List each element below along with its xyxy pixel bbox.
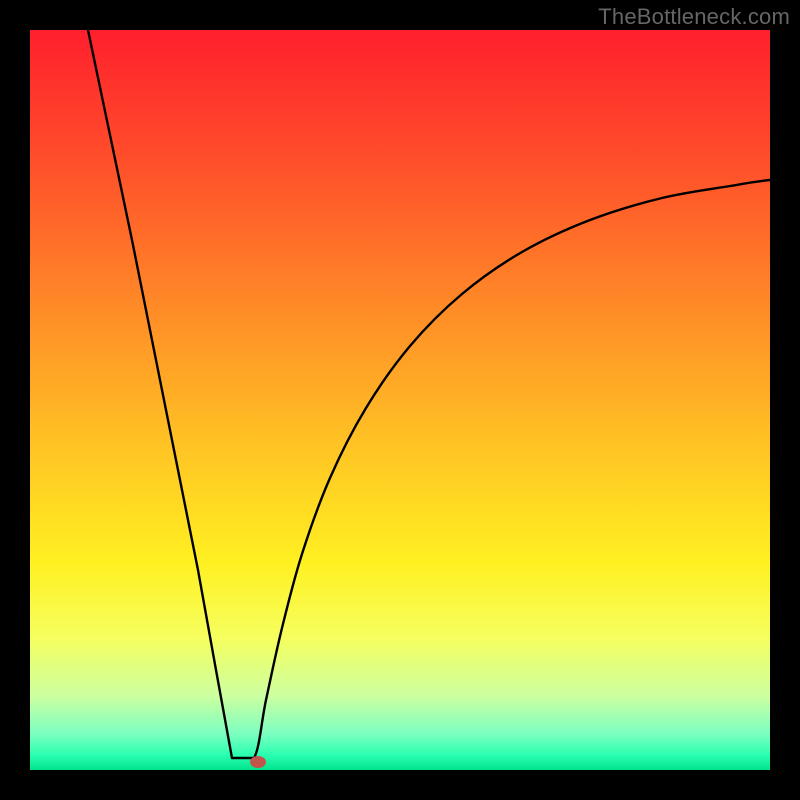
watermark-text: TheBottleneck.com	[598, 4, 790, 30]
plot-area	[30, 30, 770, 770]
curve-layer	[30, 30, 770, 770]
bottleneck-curve	[88, 30, 770, 758]
min-marker	[250, 756, 266, 768]
chart-frame: TheBottleneck.com	[0, 0, 800, 800]
